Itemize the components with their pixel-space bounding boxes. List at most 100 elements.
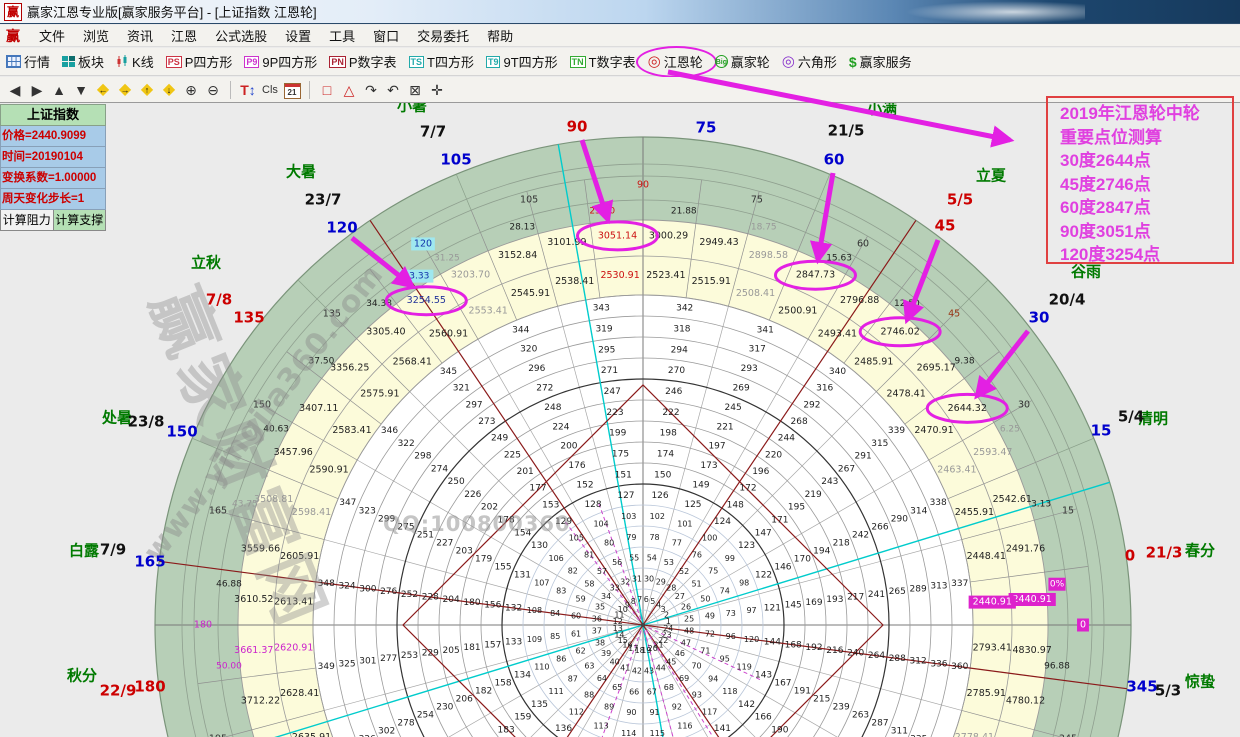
svg-text:2593.47: 2593.47 (973, 447, 1012, 458)
zoom-in-button[interactable]: ⊕ (180, 79, 202, 101)
TS-badge-icon: TS (409, 56, 425, 68)
delete-box-button[interactable]: ⊠ (404, 79, 426, 101)
svg-text:105: 105 (520, 194, 538, 205)
toolbar-button-label: 江恩轮 (664, 52, 703, 71)
svg-text:54: 54 (647, 554, 657, 563)
sort-toggle-button[interactable]: T↕ (237, 79, 259, 101)
menu-item-8[interactable]: 交易委托 (408, 26, 478, 45)
menu-item-1[interactable]: 浏览 (74, 26, 118, 45)
svg-text:72: 72 (705, 629, 715, 638)
triangle-tool-button[interactable]: △ (338, 79, 360, 101)
svg-text:15: 15 (1062, 506, 1074, 517)
svg-text:136: 136 (555, 724, 572, 734)
svg-text:336: 336 (930, 659, 947, 669)
toolbar-button-江恩轮[interactable]: ◎江恩轮 (642, 50, 709, 74)
svg-text:246: 246 (665, 387, 682, 397)
toolbar-button-六角形[interactable]: ◎六角形 (776, 50, 843, 74)
svg-text:2463.41: 2463.41 (937, 465, 976, 476)
toolbar-button-9P四方形[interactable]: P99P四方形 (238, 50, 323, 74)
svg-text:166: 166 (755, 713, 772, 723)
svg-text:3152.84: 3152.84 (498, 250, 537, 261)
svg-text:156: 156 (484, 601, 501, 611)
wheel-outer-label: 5/5 (947, 191, 973, 209)
toolbar-button-P四方形[interactable]: PSP四方形 (160, 50, 239, 74)
menu-item-2[interactable]: 资讯 (118, 26, 162, 45)
svg-text:302: 302 (378, 727, 395, 737)
PS-badge-icon: PS (166, 56, 182, 68)
zoom-out-button[interactable]: ⊖ (202, 79, 224, 101)
svg-text:21.88: 21.88 (671, 207, 697, 217)
svg-text:126: 126 (651, 491, 668, 501)
svg-text:319: 319 (595, 325, 612, 335)
svg-text:0: 0 (1080, 620, 1086, 631)
menu-item-0[interactable]: 文件 (30, 26, 74, 45)
svg-text:153: 153 (542, 500, 559, 510)
svg-text:95: 95 (720, 654, 730, 663)
toolbar-button-K线[interactable]: K线 (110, 50, 160, 74)
svg-text:102: 102 (650, 512, 665, 521)
page-prev-button[interactable]: ◀ (4, 79, 26, 101)
svg-text:41: 41 (620, 663, 630, 672)
toolbar-button-板块[interactable]: 板块 (56, 50, 110, 74)
svg-text:40: 40 (610, 657, 620, 666)
menu-item-4[interactable]: 公式选股 (206, 26, 276, 45)
svg-text:313: 313 (930, 582, 947, 592)
calc-support-button[interactable]: 计算支撑 (54, 210, 107, 231)
step-up-button[interactable]: ▲ (48, 79, 70, 101)
svg-text:174: 174 (657, 449, 674, 459)
svg-text:2635.91: 2635.91 (292, 732, 331, 737)
menu-item-7[interactable]: 窗口 (364, 26, 408, 45)
toolbar-button-9T四方形[interactable]: T99T四方形 (480, 50, 564, 74)
svg-text:253: 253 (401, 651, 418, 661)
move-down-button[interactable]: ◆↓ (158, 79, 180, 101)
svg-text:103: 103 (621, 512, 636, 521)
svg-text:277: 277 (380, 654, 397, 664)
center-tool-button[interactable]: ✛ (426, 79, 448, 101)
annotation-line-3: 45度2746点 (1060, 173, 1232, 197)
rotate-cw-button[interactable]: ↷ (360, 79, 382, 101)
toolbar-button-T数字表[interactable]: TNT数字表 (564, 50, 642, 74)
menu-item-6[interactable]: 工具 (320, 26, 364, 45)
calendar-button[interactable]: 21 (281, 79, 303, 101)
window-title: 赢家江恩专业版[赢家服务平台] - [上证指数 江恩轮] (27, 2, 317, 21)
page-next-button[interactable]: ▶ (26, 79, 48, 101)
svg-text:24: 24 (663, 624, 673, 633)
cls-button[interactable]: Cls (259, 79, 281, 101)
svg-text:58: 58 (584, 579, 594, 588)
rect-tool-button[interactable]: □ (316, 79, 338, 101)
menu-item-3[interactable]: 江恩 (162, 26, 206, 45)
toolbar-button-赢家轮[interactable]: Big赢家轮 (709, 50, 776, 74)
svg-text:176: 176 (568, 461, 585, 471)
svg-text:182: 182 (475, 687, 492, 697)
move-left-button[interactable]: ◆← (92, 79, 114, 101)
svg-text:132: 132 (505, 603, 522, 613)
svg-text:229: 229 (422, 648, 439, 658)
step-down-button[interactable]: ▼ (70, 79, 92, 101)
move-up-button[interactable]: ◆↑ (136, 79, 158, 101)
wheel-outer-label: 22/9 (100, 682, 137, 700)
svg-text:87: 87 (568, 674, 578, 683)
svg-text:273: 273 (478, 417, 495, 427)
annotation-line-6: 120度3254点 (1060, 243, 1232, 267)
rotate-ccw-button[interactable]: ↶ (382, 79, 404, 101)
toolbar-button-行情[interactable]: 行情 (0, 50, 56, 74)
svg-text:220: 220 (765, 450, 782, 460)
calc-resistance-button[interactable]: 计算阻力 (0, 210, 54, 231)
menu-item-5[interactable]: 设置 (276, 26, 320, 45)
svg-text:314: 314 (910, 506, 927, 516)
move-right-button[interactable]: ◆→ (114, 79, 136, 101)
toolbar-button-赢家服务[interactable]: $赢家服务 (843, 50, 918, 74)
svg-text:263: 263 (852, 711, 869, 721)
svg-text:63: 63 (584, 662, 594, 671)
toolbar-button-P数字表[interactable]: PNP数字表 (323, 50, 402, 74)
svg-text:288: 288 (889, 654, 906, 664)
svg-text:49: 49 (705, 612, 715, 621)
svg-text:2560.91: 2560.91 (429, 328, 468, 339)
svg-text:216: 216 (826, 646, 843, 656)
wheel-outer-label: 0 (1125, 547, 1135, 565)
svg-text:141: 141 (714, 724, 731, 734)
toolbar-button-T四方形[interactable]: TST四方形 (403, 50, 480, 74)
menu-item-9[interactable]: 帮助 (478, 26, 522, 45)
svg-text:45: 45 (948, 308, 960, 319)
svg-text:249: 249 (491, 434, 508, 444)
